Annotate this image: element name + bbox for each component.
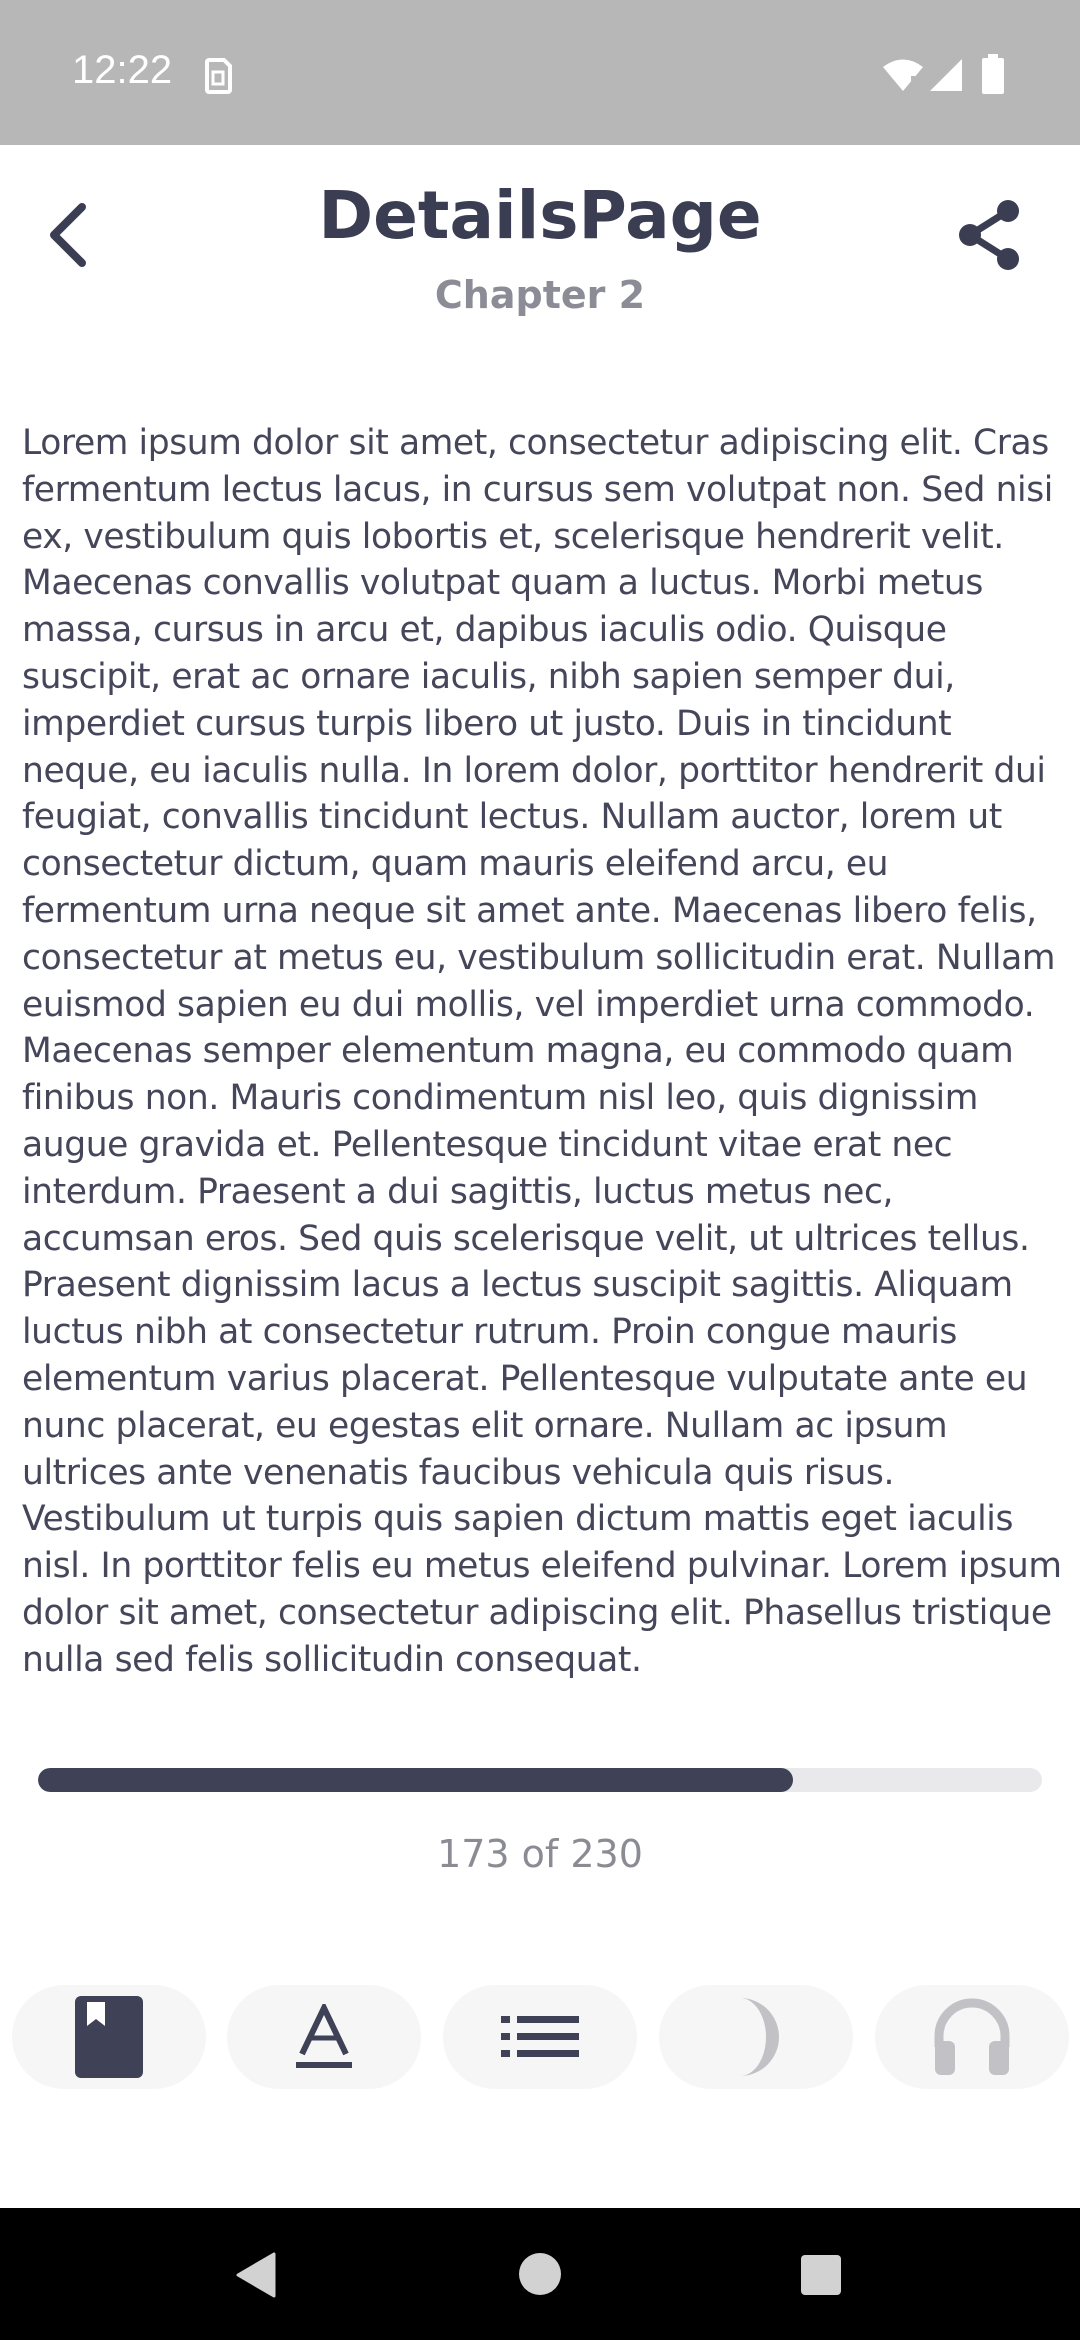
app-header: DetailsPage Chapter 2 (0, 145, 1080, 355)
toolbar-bookmark-button[interactable] (12, 1985, 206, 2089)
back-triangle-icon[interactable] (236, 2252, 276, 2298)
toolbar-font-button[interactable] (227, 1985, 421, 2089)
night-mode-icon (740, 1998, 779, 2076)
toolbar-chapters-button[interactable] (443, 1985, 637, 2089)
toolbar-audio-button[interactable] (875, 1985, 1069, 2089)
bookmark-book-icon (75, 1996, 143, 2078)
page-title: DetailsPage (318, 177, 762, 254)
chapter-subtitle: Chapter 2 (434, 273, 646, 317)
reading-progress-bar[interactable] (38, 1768, 1042, 1792)
chapter-text: Lorem ipsum dolor sit amet, consectetur … (22, 423, 1062, 1680)
reader-toolbar (0, 1985, 1080, 2095)
page-count: 173 of 230 (437, 1832, 643, 1876)
toolbar-night-mode-button[interactable] (659, 1985, 853, 2089)
system-nav-bar (0, 2208, 1080, 2340)
wifi-icon (883, 59, 923, 91)
share-icon (959, 200, 1019, 270)
status-bar: 12:22 (0, 0, 1080, 145)
signal-icon (930, 59, 962, 91)
headphones-icon (934, 1998, 1010, 2075)
status-time: 12:22 (72, 48, 173, 92)
battery-icon (982, 54, 1004, 94)
sim-card-icon (205, 58, 232, 94)
recents-square-icon[interactable] (800, 2254, 842, 2296)
font-style-icon (296, 2004, 352, 2068)
share-button[interactable] (950, 195, 1030, 275)
list-icon (501, 2016, 579, 2057)
home-circle-icon[interactable] (518, 2252, 562, 2296)
reading-progress-fill (38, 1768, 794, 1792)
